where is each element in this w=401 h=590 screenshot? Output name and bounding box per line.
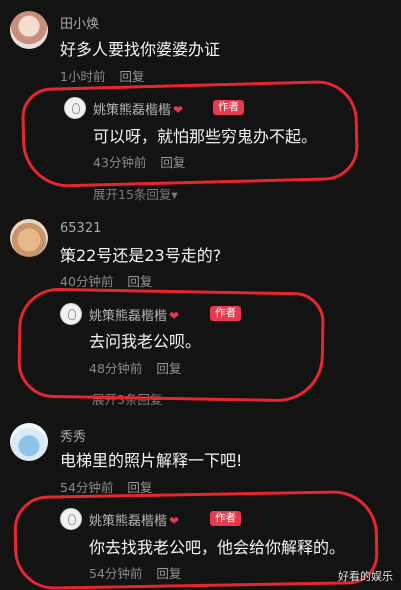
red-annotation-circle bbox=[13, 489, 379, 590]
reply-button[interactable]: 回复 bbox=[127, 480, 152, 495]
avatar[interactable] bbox=[10, 423, 48, 461]
reply-button[interactable]: 回复 bbox=[119, 69, 144, 84]
comment-text: 好多人要找你婆婆办证 bbox=[60, 40, 221, 59]
comment-text: 策22号还是23号走的? bbox=[60, 246, 222, 265]
red-annotation-circle bbox=[20, 79, 360, 189]
comment-meta: 40分钟前 回复 bbox=[60, 271, 152, 290]
comment-meta: 1小时前 回复 bbox=[60, 66, 144, 85]
reply-button[interactable]: 回复 bbox=[127, 274, 152, 289]
comment-time: 40分钟前 bbox=[60, 274, 114, 289]
comment-username[interactable]: 秀秀 bbox=[60, 426, 86, 445]
comment-text: 电梯里的照片解释一下吧! bbox=[60, 451, 243, 470]
comment-username[interactable]: 田小焕 bbox=[60, 13, 99, 32]
avatar[interactable] bbox=[10, 219, 48, 257]
avatar[interactable] bbox=[10, 11, 48, 49]
comment-time: 1小时前 bbox=[60, 69, 106, 84]
comment-time: 54分钟前 bbox=[60, 480, 114, 495]
expand-replies-link[interactable]: 展开15条回复▾ bbox=[93, 184, 178, 203]
comment-username[interactable]: 65321 bbox=[60, 221, 101, 236]
watermark: 好看的娱乐 bbox=[338, 570, 393, 583]
red-annotation-circle bbox=[17, 287, 325, 403]
